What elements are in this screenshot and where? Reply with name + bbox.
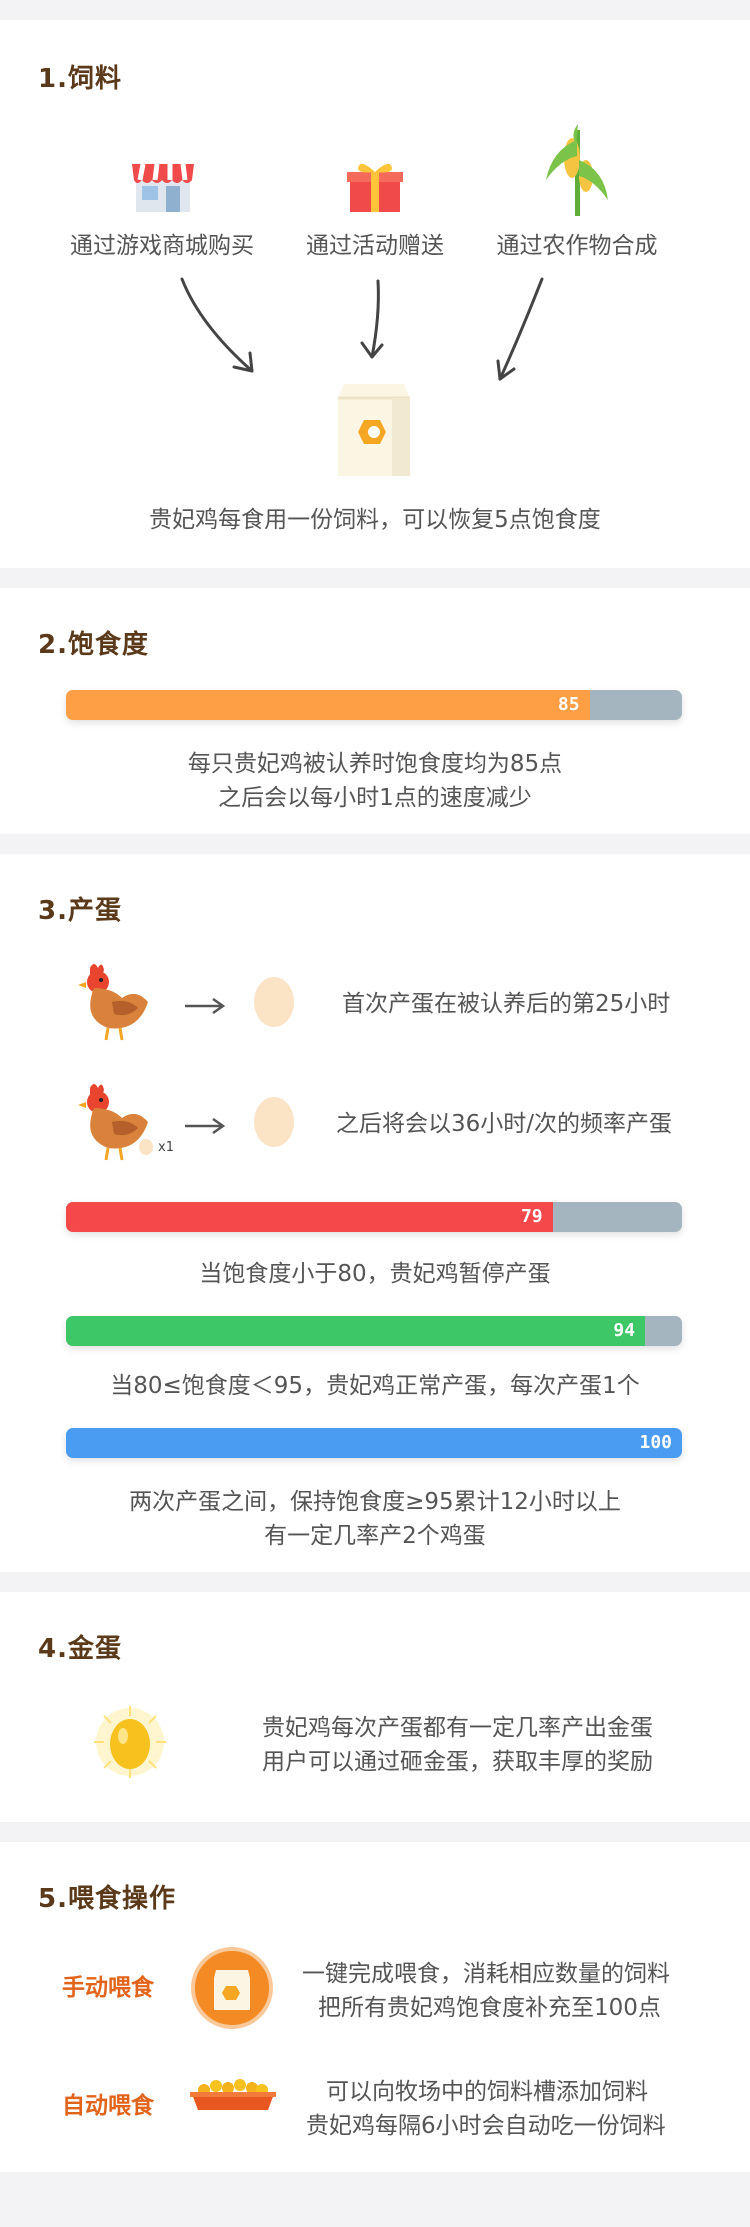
egg-bar-double: 100 <box>66 1428 682 1458</box>
satiety-line-1: 每只贵妃鸡被认养时饱食度均为85点 <box>187 751 563 777</box>
auto-feed-line-2: 贵妃鸡每隔6小时会自动吃一份饲料 <box>306 2113 666 2139</box>
feed-section-title: 1.饲料 <box>38 64 122 94</box>
manual-feed-button[interactable] <box>190 1946 274 2030</box>
golden-egg-line-1: 贵妃鸡每次产蛋都有一定几率产出金蛋 <box>262 1715 653 1741</box>
egg-bar-double-value: 100 <box>639 1432 672 1453</box>
satiety-bar: 85 <box>66 690 682 720</box>
manual-feed-label: 手动喂食 <box>62 1975 154 2001</box>
auto-feed-label: 自动喂食 <box>62 2093 154 2119</box>
golden-egg-section-title: 4.金蛋 <box>38 1634 122 1664</box>
source-event-label: 通过活动赠送 <box>306 233 444 259</box>
manual-feed-line-2: 把所有贵妃鸡饱食度补充至100点 <box>318 1995 661 2021</box>
golden-egg-section: 4.金蛋 贵妃鸡每次产蛋都有一定几率产出金蛋 用户可以通过砸金蛋，获取丰厚的奖励 <box>0 1592 750 1822</box>
egg-bar-pause-caption: 当饱食度小于80，贵妃鸡暂停产蛋 <box>199 1261 551 1287</box>
small-egg-icon <box>139 1139 153 1155</box>
feeding-section: 5.喂食操作 手动喂食 一键完成喂食，消耗相应数量的饲料 把所有贵妃鸡饱食度补充… <box>0 1842 750 2172</box>
egg-bar-normal-value: 94 <box>613 1320 636 1341</box>
feed-trough-icon[interactable] <box>188 2068 278 2118</box>
page: 1.饲料 通过游戏商城购买 通过活动赠送 通过农作物合成 贵妃鸡每食用一份饲料，… <box>0 0 750 2227</box>
shop-icon <box>132 163 194 212</box>
chicken-icon <box>78 964 148 1041</box>
egg-row-1-text: 首次产蛋在被认养后的第25小时 <box>342 991 671 1017</box>
egg-row-2-text: 之后将会以36小时/次的频率产蛋 <box>336 1111 673 1137</box>
manual-feed-icon <box>191 1947 273 2029</box>
satiety-bar-fill <box>66 690 590 720</box>
arrow-right-icon <box>185 997 226 1015</box>
feed-section: 1.饲料 通过游戏商城购买 通过活动赠送 通过农作物合成 贵妃鸡每食用一份饲料，… <box>0 20 750 568</box>
auto-feed-line-1: 可以向牧场中的饲料槽添加饲料 <box>326 2079 648 2105</box>
golden-egg-icon <box>94 1706 166 1778</box>
egg-bar-normal-fill <box>66 1316 646 1346</box>
satiety-bar-value: 85 <box>557 694 580 715</box>
egg-bar-pause-value: 79 <box>520 1206 543 1227</box>
egg-section-title: 3.产蛋 <box>38 896 122 926</box>
source-shop-label: 通过游戏商城购买 <box>70 233 254 259</box>
satiety-section-title: 2.饱食度 <box>38 630 149 660</box>
egg-bar-normal-caption: 当80≤饱食度＜95，贵妃鸡正常产蛋，每次产蛋1个 <box>110 1373 640 1399</box>
feed-note: 贵妃鸡每食用一份饲料，可以恢复5点饱食度 <box>149 507 601 533</box>
manual-feed-line-1: 一键完成喂食，消耗相应数量的饲料 <box>302 1961 670 1987</box>
arrows-to-feed-icon <box>180 277 544 381</box>
egg-bar-pause-fill <box>66 1202 553 1232</box>
satiety-section: 2.饱食度 85 每只贵妃鸡被认养时饱食度均为85点 之后会以每小时1点的速度减… <box>0 588 750 834</box>
egg-bar-double-caption-1: 两次产蛋之间，保持饱食度≥95累计12小时以上 <box>129 1489 621 1515</box>
egg-icon <box>254 1097 294 1147</box>
egg-count-badge: x1 <box>158 1140 174 1155</box>
egg-bar-double-caption-2: 有一定几率产2个鸡蛋 <box>264 1523 486 1549</box>
corn-icon <box>546 124 608 216</box>
golden-egg-line-2: 用户可以通过砸金蛋，获取丰厚的奖励 <box>262 1749 653 1775</box>
feeding-section-title: 5.喂食操作 <box>38 1884 176 1914</box>
egg-section: 3.产蛋 首次产蛋在被认养后的第25小时 x1 之后将会以36小时/次的频率产蛋… <box>0 854 750 1572</box>
source-crop-label: 通过农作物合成 <box>496 233 658 259</box>
egg-bar-double-fill <box>66 1428 682 1458</box>
egg-bar-normal: 94 <box>66 1316 682 1346</box>
egg-icon <box>254 977 294 1027</box>
gift-icon <box>347 163 403 212</box>
satiety-line-2: 之后会以每小时1点的速度减少 <box>218 785 532 811</box>
arrow-right-icon <box>185 1117 226 1135</box>
feed-bag-icon <box>338 384 410 476</box>
egg-bar-pause: 79 <box>66 1202 682 1232</box>
